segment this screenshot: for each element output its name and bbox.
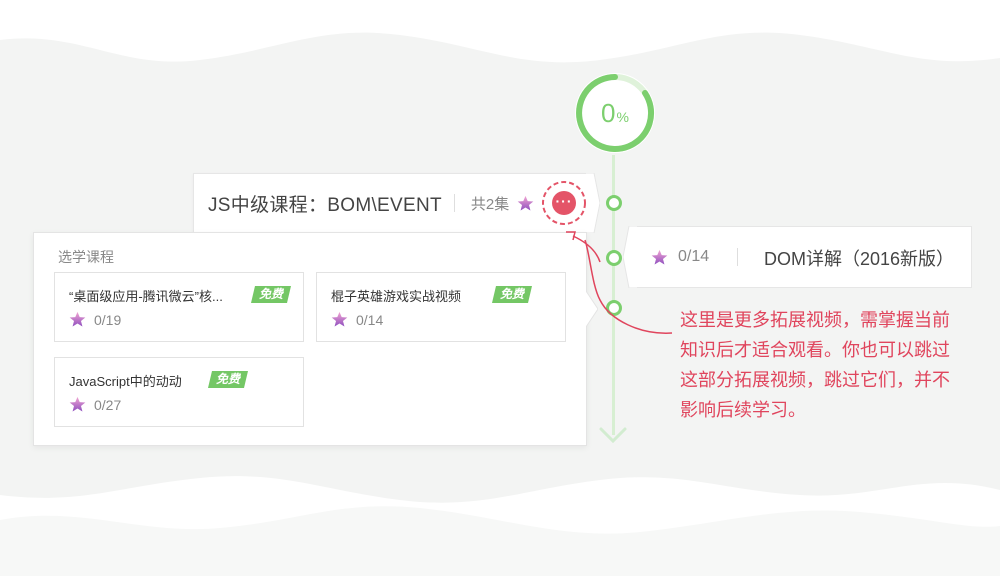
annotation-line: 这里是更多拓展视频，需掌握当前 (680, 310, 950, 330)
elective-item-name: 棍子英雄游戏实战视频 (331, 289, 462, 304)
elective-panel: 选学课程 “桌面级应用-腾讯微云”核... 免费 0/19 棍子英雄游戏实战视频… (33, 232, 598, 446)
card-notch (623, 226, 637, 288)
elective-item[interactable]: 棍子英雄游戏实战视频 免费 0/14 (316, 272, 566, 342)
elective-item[interactable]: “桌面级应用-腾讯微云”核... 免费 0/19 (54, 272, 304, 342)
elective-item-name: JavaScript中的动动 (69, 374, 182, 389)
course-title: JS中级课程：BOM\EVENT (208, 194, 442, 216)
panel-notch (586, 291, 598, 327)
free-badge: 免费 (208, 371, 248, 388)
star-icon (331, 311, 348, 327)
elective-item-progress: 0/19 (69, 311, 121, 328)
episode-count: 共2集 (470, 195, 510, 213)
elective-item[interactable]: JavaScript中的动动 免费 0/27 (54, 357, 304, 427)
free-badge: 免费 (251, 286, 291, 303)
free-badge: 免费 (492, 286, 532, 303)
star-icon (517, 195, 534, 211)
timeline-node (606, 300, 622, 316)
elective-item-progress: 0/14 (331, 311, 383, 328)
star-icon (651, 249, 668, 265)
divider (737, 248, 738, 266)
timeline-node (606, 195, 622, 211)
timeline-node (606, 250, 622, 266)
course-card[interactable]: JS中级课程：BOM\EVENT 共2集 ··· (193, 173, 600, 233)
annotation-line: 知识后才适合观看。你也可以跳过 (680, 340, 950, 360)
progress-unit: % (616, 109, 629, 125)
divider (453, 194, 455, 212)
chevron-down-icon (599, 427, 627, 444)
progress-value: 0 (601, 97, 616, 128)
elective-title: 选学课程 (58, 249, 114, 265)
annotation-line: 影响后续学习。 (680, 400, 806, 420)
dom-course-card[interactable]: 0/14 DOM详解（2016新版） (623, 226, 972, 288)
more-button[interactable]: ··· (540, 179, 588, 227)
star-icon (69, 396, 86, 412)
more-icon: ··· (552, 191, 576, 215)
elective-item-name: “桌面级应用-腾讯微云”核... (69, 289, 223, 304)
elective-item-progress: 0/27 (69, 396, 121, 413)
star-icon (69, 311, 86, 327)
progress-label: 0 % (573, 71, 657, 155)
annotation-line: 这部分拓展视频，跳过它们，并不 (680, 370, 950, 390)
annotation-text: 这里是更多拓展视频，需掌握当前 知识后才适合观看。你也可以跳过 这部分拓展视频，… (680, 305, 965, 425)
dom-title: DOM详解（2016新版） (764, 249, 955, 269)
card-notch (586, 173, 600, 233)
dom-progress: 0/14 (651, 248, 709, 266)
